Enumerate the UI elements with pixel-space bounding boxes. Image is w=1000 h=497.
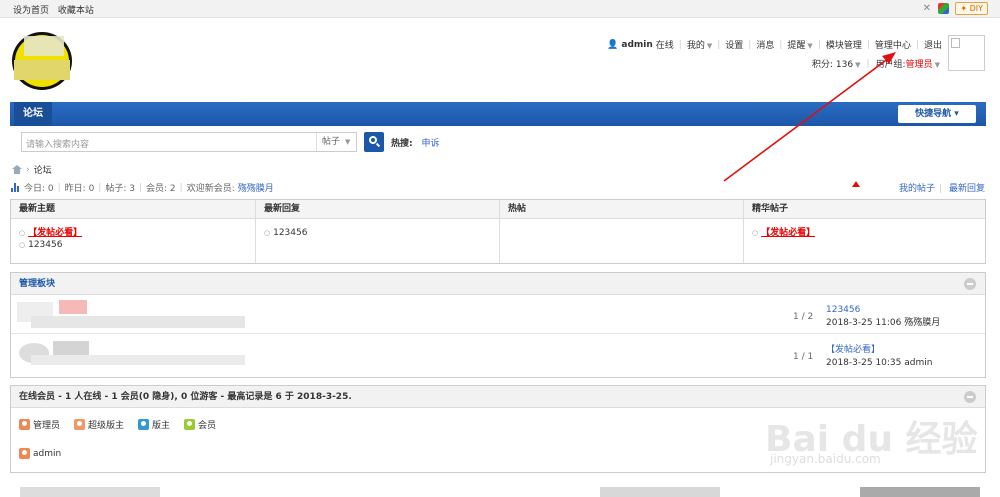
chart-icon (11, 183, 20, 192)
hot-search-item[interactable]: 申诉 (421, 139, 439, 149)
admin-center-link[interactable]: 管理中心 (875, 38, 911, 51)
bookmark-link[interactable]: 收藏本站 (58, 6, 94, 16)
grid-header: 热帖 (500, 200, 743, 219)
main-nav: 论坛 快捷导航 ▾ (10, 102, 986, 126)
grid-header: 最新回复 (256, 200, 499, 219)
grid-header: 最新主题 (11, 200, 255, 219)
collapse-icon[interactable] (964, 278, 976, 290)
board-last-post: 【发帖必看】 2018-3-25 10:35 admin (826, 345, 933, 368)
user-group[interactable]: 管理员 ▼ (906, 57, 940, 70)
quick-nav-button[interactable]: 快捷导航 ▾ (898, 105, 976, 123)
online-status[interactable]: 在线 (656, 38, 674, 51)
latest-replies-link[interactable]: 最新回复 (949, 184, 985, 194)
stat-members: 会员: 2 (146, 184, 176, 194)
hot-search: 热搜: 申诉 (391, 136, 440, 149)
stat-welcome: 欢迎新会员: (186, 184, 235, 194)
settings-link[interactable]: 设置 (725, 38, 743, 51)
admin-user-icon (19, 419, 30, 430)
last-post-link[interactable]: 【发帖必看】 (826, 345, 880, 355)
stat-yesterday: 昨日: 0 (64, 184, 95, 194)
chevron-down-icon: ▼ (807, 42, 813, 50)
user-meta: 积分: 136 ▼ | 用户组: 管理员 ▼ (812, 57, 940, 71)
panel-title[interactable]: 管理板块 (11, 273, 985, 295)
user-menu: 👤 admin 在线 | 我的 ▼ | 设置 | 消息 | 提醒 ▼ | 模块管理 … (607, 38, 942, 52)
chevron-down-icon: ▼ (934, 61, 940, 69)
boards-panel: 管理板块 1 / 2 123456 2018-3-25 11:06 殇殇膜月 1… (10, 272, 986, 378)
breadcrumb: › 论坛 (12, 163, 52, 176)
list-item[interactable]: ○ 123456 (11, 239, 255, 251)
forum-stats: 今日: 0 | 昨日: 0 | 帖子: 3 | 会员: 2 | 欢迎新会员: 殇殇膜月 (11, 181, 274, 194)
nav-tab-forum[interactable]: 论坛 (14, 102, 52, 126)
footer (0, 487, 1000, 497)
admin-user-icon (19, 448, 30, 459)
legend-member: 会员 (184, 418, 216, 431)
watermark-url: jingyan.baidu.com (770, 452, 881, 466)
red-triangle-icon (852, 181, 860, 187)
list-item[interactable]: ○ 【发帖必看】 (744, 227, 985, 239)
super-mod-user-icon (74, 419, 86, 430)
search-input[interactable]: 请输入搜索内容 (26, 137, 89, 150)
module-manage-link[interactable]: 模块管理 (826, 38, 862, 51)
breadcrumb-current[interactable]: 论坛 (34, 163, 52, 176)
search-box: 请输入搜索内容 帖子 ▼ (21, 132, 357, 152)
username-link[interactable]: admin (621, 40, 652, 50)
chevron-down-icon: ▼ (855, 61, 861, 69)
search-button[interactable] (364, 132, 384, 152)
mod-user-icon (138, 419, 150, 430)
site-logo[interactable] (10, 30, 76, 92)
set-homepage-link[interactable]: 设为首页 (13, 6, 49, 16)
avatar[interactable] (948, 35, 985, 71)
newest-member-link[interactable]: 殇殇膜月 (238, 181, 274, 194)
grid-col-digest: 精华帖子 ○ 【发帖必看】 (744, 200, 985, 263)
points-link[interactable]: 积分: 136 ▼ (812, 57, 860, 70)
user-icon: 👤 (607, 39, 619, 50)
table-row[interactable]: 1 / 1 【发帖必看】 2018-3-25 10:35 admin (11, 335, 985, 373)
stat-posts: 帖子: 3 (105, 184, 135, 194)
group-label: 用户组: (875, 60, 906, 70)
collapse-icon[interactable] (964, 391, 976, 403)
online-user-name: admin (33, 448, 62, 459)
grid-col-latest-replies: 最新回复 ○ 123456 (256, 200, 500, 263)
board-count: 1 / 1 (793, 352, 814, 362)
home-icon[interactable] (12, 165, 22, 174)
skin-icon[interactable] (938, 3, 950, 14)
my-posts-link[interactable]: 我的帖子 (899, 184, 935, 194)
search-type-select[interactable]: 帖子 ▼ (316, 133, 356, 151)
list-item[interactable]: ○ 123456 (256, 227, 499, 239)
legend-mod: 版主 (138, 418, 170, 431)
top-bar: 设为首页 收藏本站 ✕ ✦ DIY (0, 0, 1000, 18)
board-last-post: 123456 2018-3-25 11:06 殇殇膜月 (826, 305, 941, 328)
user-legend: 管理员 超级版主 版主 会员 (19, 418, 216, 431)
grid-header: 精华帖子 (744, 200, 985, 219)
stat-today: 今日: 0 (24, 184, 54, 194)
list-item[interactable]: ○ 【发帖必看】 (11, 227, 255, 239)
board-count: 1 / 2 (793, 312, 814, 322)
chevron-down-icon: ▼ (706, 42, 713, 50)
reminders-menu[interactable]: 提醒 ▼ (787, 38, 812, 51)
messages-link[interactable]: 消息 (756, 38, 774, 51)
right-links: 我的帖子 | 最新回复 (899, 184, 985, 194)
logout-link[interactable]: 退出 (924, 38, 942, 51)
last-post-link[interactable]: 123456 (826, 305, 860, 315)
online-title[interactable]: 在线会员 - 1 人在线 - 1 会员(0 隐身), 0 位游客 - 最高记录是… (11, 386, 985, 408)
forum-grid: 最新主题 ○ 【发帖必看】 ○ 123456 最新回复 ○ 123456 热帖 精华帖… (10, 199, 986, 264)
table-row[interactable]: 1 / 2 123456 2018-3-25 11:06 殇殇膜月 (11, 296, 985, 334)
grid-col-hot: 热帖 (500, 200, 744, 263)
fullscreen-icon[interactable]: ✕ (921, 3, 932, 14)
chevron-down-icon: ▼ (345, 138, 351, 146)
online-user[interactable]: admin (19, 448, 61, 459)
legend-admin: 管理员 (19, 418, 60, 431)
broken-image-icon (951, 38, 960, 48)
diy-button[interactable]: ✦ DIY (955, 2, 988, 15)
member-user-icon (184, 419, 196, 430)
my-menu[interactable]: 我的 ▼ (687, 38, 712, 51)
legend-super-mod: 超级版主 (74, 418, 124, 431)
grid-col-latest-topics: 最新主题 ○ 【发帖必看】 ○ 123456 (11, 200, 256, 263)
hot-search-label: 热搜: (391, 139, 413, 149)
